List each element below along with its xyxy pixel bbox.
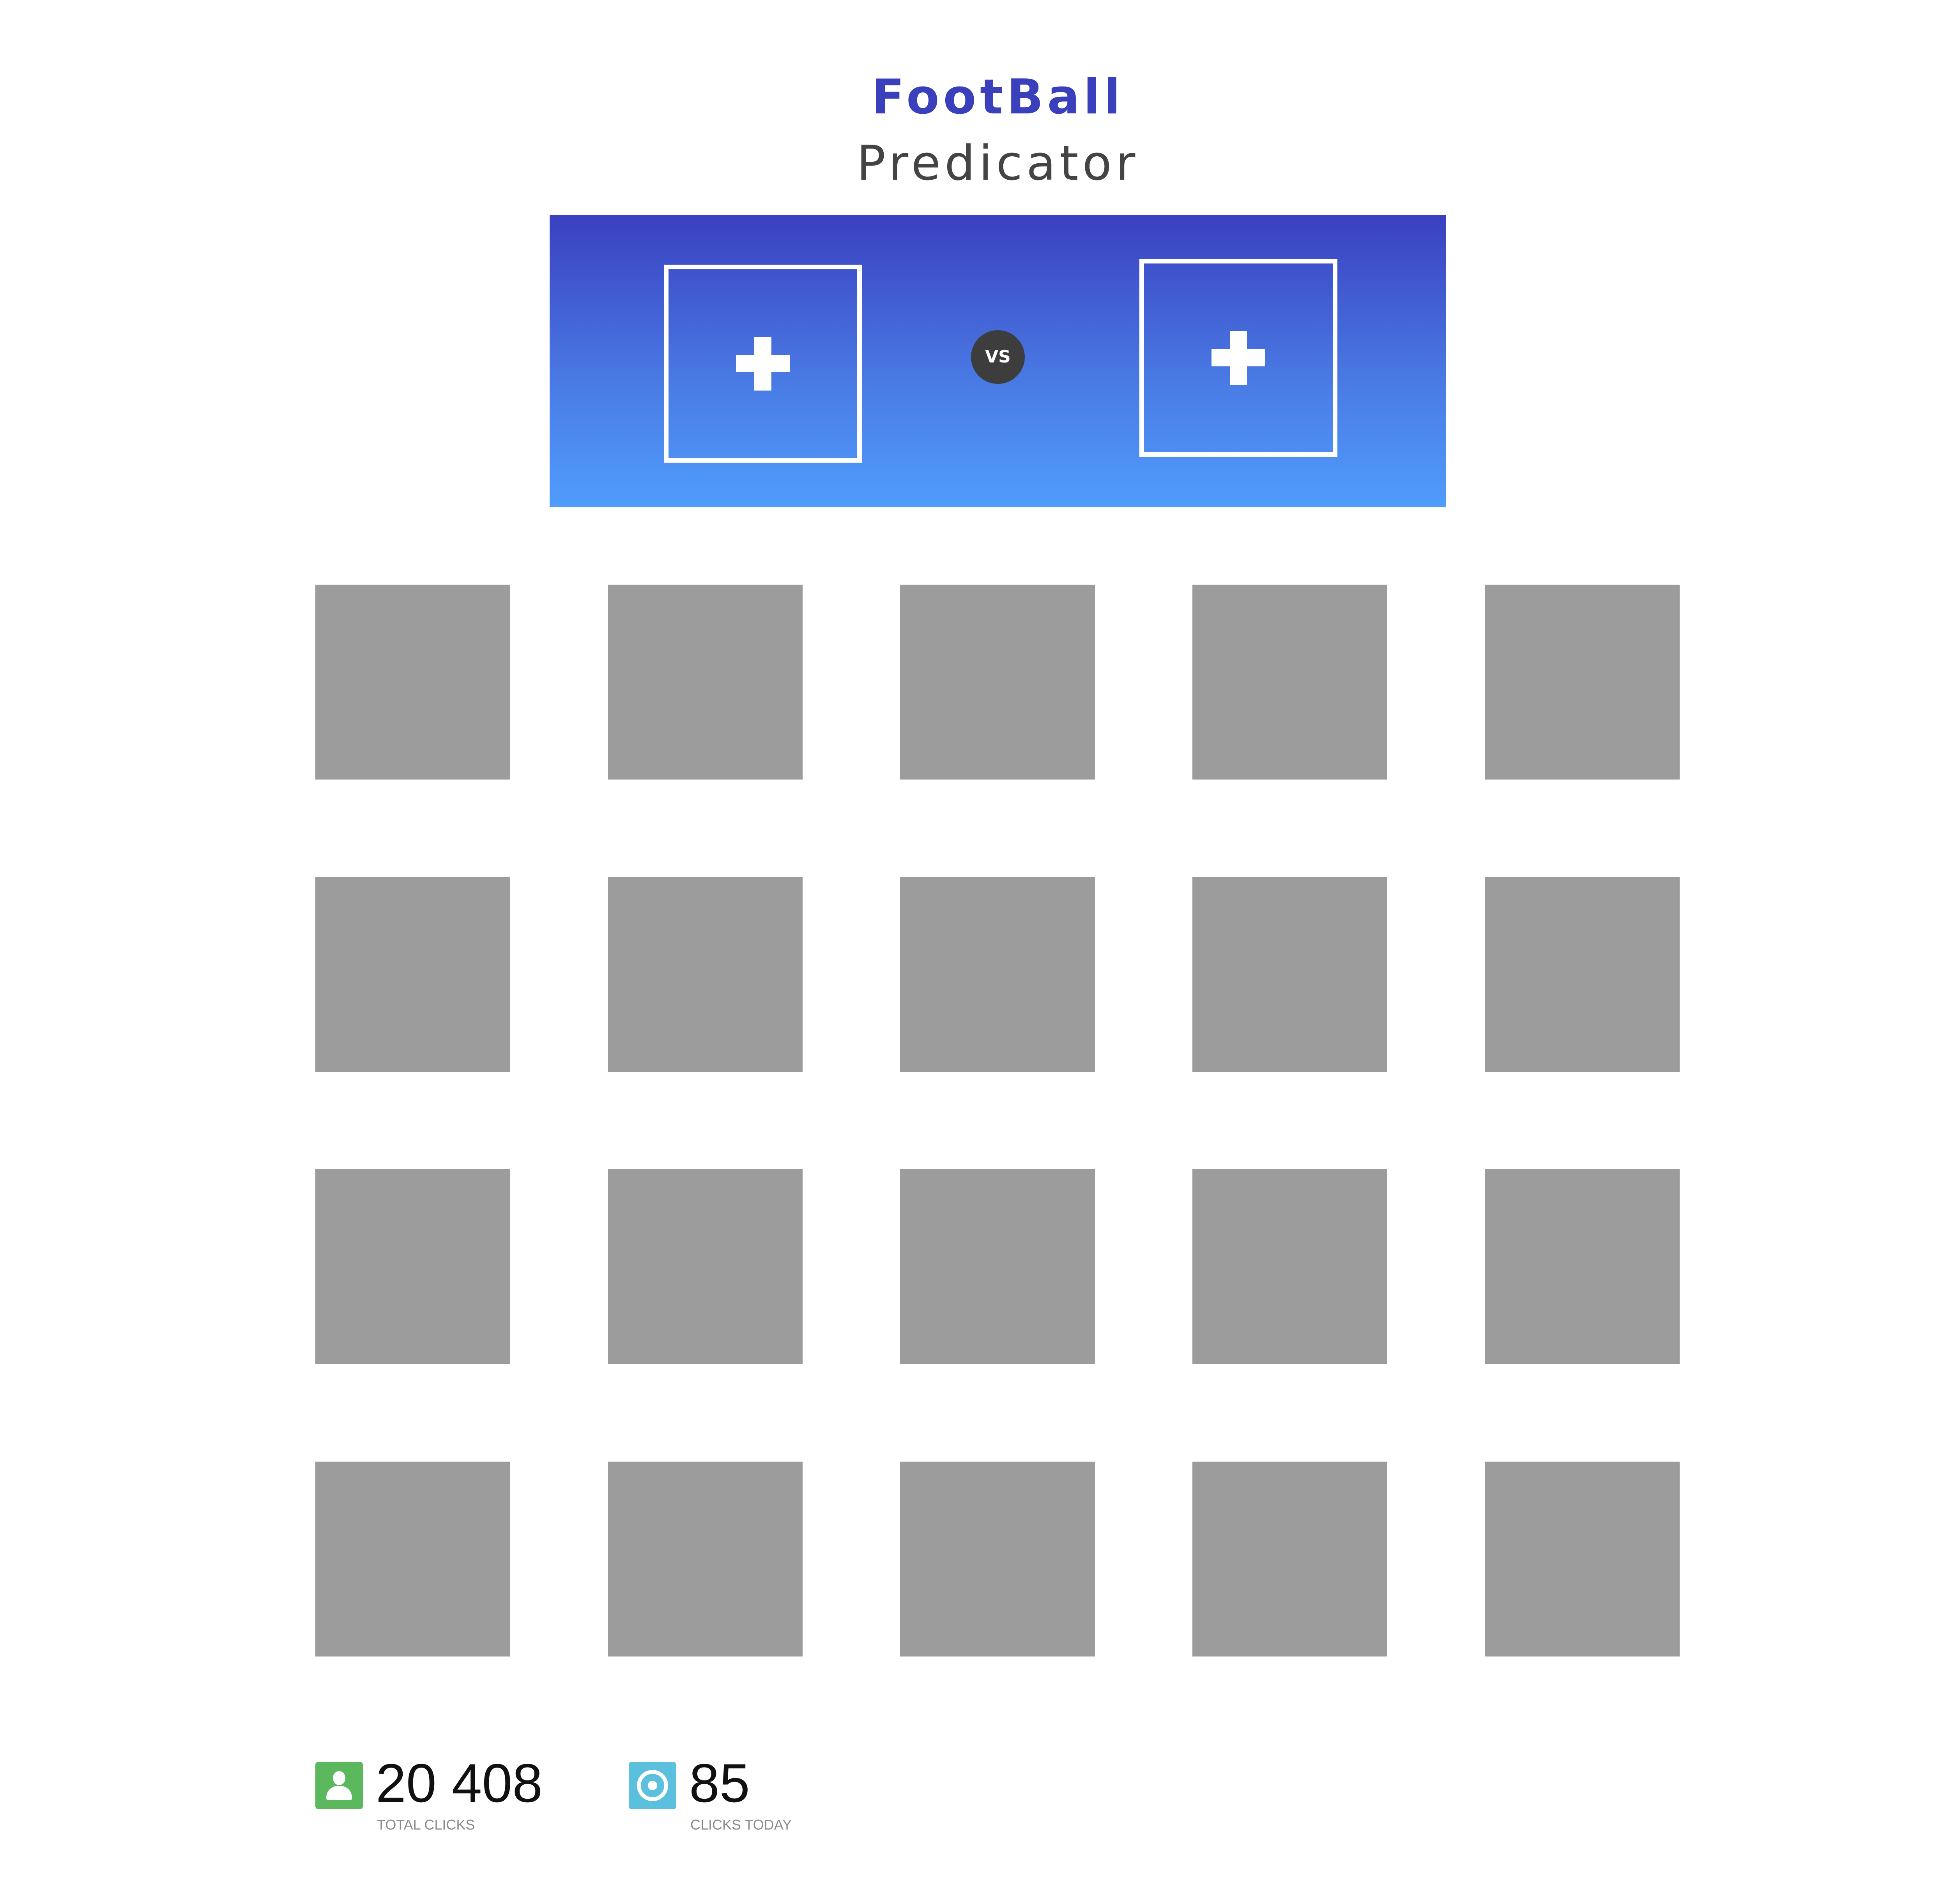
target-icon (629, 1762, 676, 1809)
total-clicks-value: 20 408 (376, 1752, 543, 1814)
plus-icon (736, 337, 790, 391)
total-clicks-label: TOTAL CLICKS (377, 1817, 475, 1833)
team-tile[interactable] (900, 1169, 1095, 1364)
home-team-slot[interactable] (664, 265, 862, 463)
team-tile[interactable] (1485, 585, 1680, 780)
clicks-today-value: 85 (689, 1752, 750, 1814)
team-tile[interactable] (315, 1169, 510, 1364)
team-tile[interactable] (608, 585, 803, 780)
matchup-banner: VS (550, 215, 1446, 507)
team-tile[interactable] (1485, 1169, 1680, 1364)
team-tile[interactable] (900, 585, 1095, 780)
team-tile[interactable] (1192, 585, 1387, 780)
plus-icon (1211, 331, 1265, 385)
team-tile[interactable] (315, 585, 510, 780)
team-tile[interactable] (900, 877, 1095, 1072)
team-tile[interactable] (1192, 877, 1387, 1072)
team-tile[interactable] (900, 1462, 1095, 1656)
team-tile[interactable] (315, 1462, 510, 1656)
team-tile[interactable] (608, 1169, 803, 1364)
clicks-today-label: CLICKS TODAY (690, 1817, 792, 1833)
team-tile[interactable] (608, 877, 803, 1072)
team-grid (315, 585, 1680, 1656)
team-tile[interactable] (1485, 1462, 1680, 1656)
app-title: FootBall (872, 69, 1124, 125)
team-tile[interactable] (1192, 1169, 1387, 1364)
team-tile[interactable] (1192, 1462, 1387, 1656)
away-team-slot[interactable] (1139, 259, 1337, 457)
team-tile[interactable] (315, 877, 510, 1072)
vs-badge: VS (971, 330, 1025, 384)
user-icon (315, 1762, 363, 1809)
team-tile[interactable] (1485, 877, 1680, 1072)
app-subtitle: Predicator (856, 136, 1139, 191)
team-tile[interactable] (608, 1462, 803, 1656)
